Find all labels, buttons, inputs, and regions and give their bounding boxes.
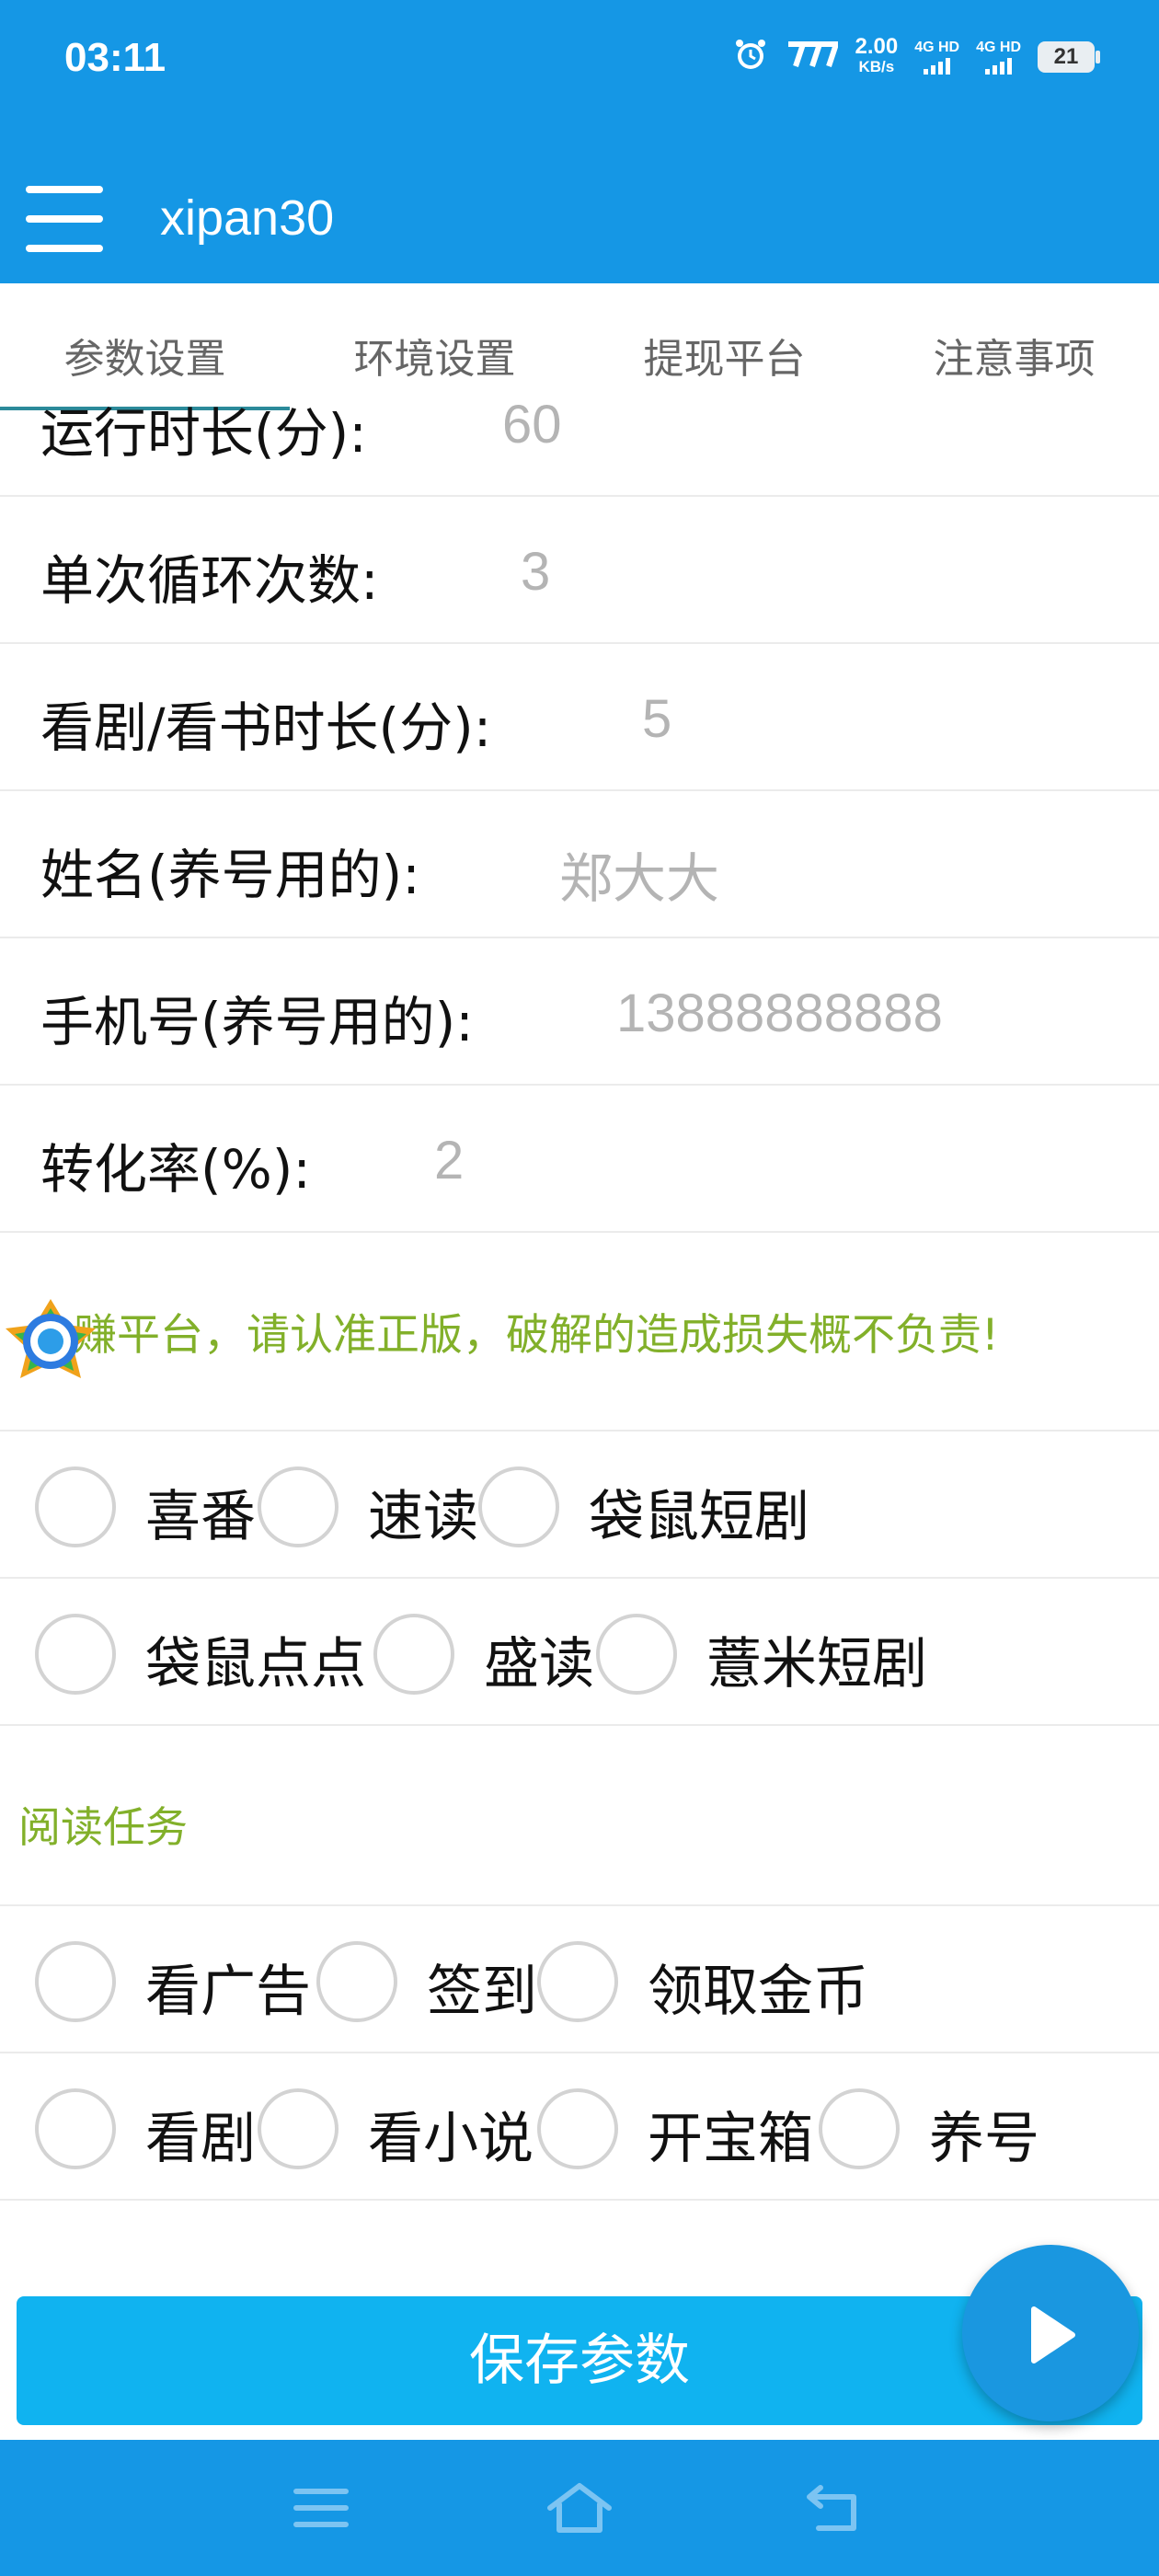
phone-input[interactable]: 13888888888 xyxy=(616,983,943,1044)
notice-text: 赚平台，请认准正版，破解的造成损失概不负责! xyxy=(74,1310,999,1361)
network-speed: 2.00 KB/s xyxy=(855,34,899,76)
platform-label: 喜番 xyxy=(145,1485,256,1549)
play-fab-button[interactable] xyxy=(962,2245,1139,2421)
task-label: 看广告 xyxy=(145,1960,311,2024)
app-title: xipan30 xyxy=(160,190,335,246)
platform-label: 盛读 xyxy=(484,1632,594,1696)
field-label: 看剧/看书时长(分): xyxy=(40,696,492,759)
hamburger-menu-icon[interactable] xyxy=(26,186,103,252)
field-label: 手机号(养号用的): xyxy=(40,991,474,1053)
platform-radio-daishu-duanju[interactable] xyxy=(478,1466,559,1547)
platform-label: 薏米短剧 xyxy=(706,1632,927,1696)
task-label: 养号 xyxy=(929,2107,1039,2171)
platform-row-1: 喜番 速读 袋鼠短剧 xyxy=(0,1432,1159,1579)
name-input[interactable]: 郑大大 xyxy=(559,835,719,913)
tab-environment[interactable]: 环境设置 xyxy=(290,326,580,385)
back-icon[interactable] xyxy=(800,2478,874,2537)
task-label: 看小说 xyxy=(368,2107,534,2171)
field-label: 运行时长(分): xyxy=(40,402,367,465)
tab-params[interactable]: 参数设置 xyxy=(0,326,290,385)
task-radio-open-chest[interactable] xyxy=(537,2088,618,2169)
platform-radio-yimi-duanju[interactable] xyxy=(596,1614,677,1695)
field-name: 姓名(养号用的): 郑大大 xyxy=(0,791,1159,938)
task-row-1: 看广告 签到 领取金币 xyxy=(0,1906,1159,2053)
field-label: 转化率(%): xyxy=(40,1138,311,1201)
field-phone: 手机号(养号用的): 13888888888 xyxy=(0,938,1159,1086)
floating-app-logo-icon[interactable] xyxy=(0,1288,101,1408)
carrier-icon xyxy=(785,40,841,74)
signal-icon-2: 4G HD xyxy=(976,40,1021,75)
platform-row-2: 袋鼠点点 盛读 薏米短剧 xyxy=(0,1579,1159,1726)
home-icon[interactable] xyxy=(543,2478,616,2537)
menu-icon[interactable] xyxy=(285,2478,359,2537)
tab-notes[interactable]: 注意事项 xyxy=(869,326,1159,385)
platform-label: 袋鼠点点 xyxy=(145,1632,366,1696)
tab-withdraw-platform[interactable]: 提现平台 xyxy=(580,326,869,385)
platform-label: 速读 xyxy=(368,1485,478,1549)
field-run-duration: 运行时长(分): 60 xyxy=(0,386,1159,497)
settings-content[interactable]: 运行时长(分): 60 单次循环次数: 3 看剧/看书时长(分): 5 姓名(养… xyxy=(0,386,1159,2236)
signal-icon: 4G HD xyxy=(914,40,959,75)
field-label: 姓名(养号用的): xyxy=(40,844,420,906)
section-title: 阅读任务 xyxy=(18,1802,188,1852)
platform-radio-shengdu[interactable] xyxy=(373,1614,454,1695)
watch-duration-input[interactable]: 5 xyxy=(642,688,671,750)
field-loop-count: 单次循环次数: 3 xyxy=(0,497,1159,644)
task-radio-read-novel[interactable] xyxy=(258,2088,339,2169)
notice-banner: 赚平台，请认准正版，破解的造成损失概不负责! xyxy=(0,1251,1159,1432)
app-bar: xipan30 xyxy=(0,129,1159,283)
conversion-rate-input[interactable]: 2 xyxy=(434,1130,464,1191)
task-label: 签到 xyxy=(427,1960,537,2024)
field-conversion-rate: 转化率(%): 2 xyxy=(0,1086,1159,1233)
task-label: 看剧 xyxy=(145,2107,256,2171)
status-icons: 2.00 KB/s 4G HD 4G HD 21 xyxy=(733,34,1100,77)
task-radio-watch-ads[interactable] xyxy=(35,1941,116,2022)
task-radio-sign-in[interactable] xyxy=(316,1941,397,2022)
task-label: 开宝箱 xyxy=(648,2107,813,2171)
system-nav-bar xyxy=(0,2440,1159,2576)
reading-tasks-header: 阅读任务 xyxy=(0,1726,1159,1906)
status-bar: 03:11 2.00 KB/s 4G HD 4G HD 21 xyxy=(0,0,1159,129)
platform-radio-sudu[interactable] xyxy=(258,1466,339,1547)
task-row-2: 看剧 看小说 开宝箱 养号 xyxy=(0,2053,1159,2201)
task-radio-collect-coins[interactable] xyxy=(537,1941,618,2022)
status-time: 03:11 xyxy=(64,35,166,80)
task-radio-account-nurture[interactable] xyxy=(819,2088,900,2169)
battery-icon: 21 xyxy=(1038,41,1100,73)
task-label: 领取金币 xyxy=(648,1960,868,2024)
platform-label: 袋鼠短剧 xyxy=(589,1485,809,1549)
platform-radio-xifan[interactable] xyxy=(35,1466,116,1547)
field-watch-duration: 看剧/看书时长(分): 5 xyxy=(0,644,1159,791)
alarm-icon xyxy=(733,37,768,77)
platform-radio-daishu-diandian[interactable] xyxy=(35,1614,116,1695)
play-icon xyxy=(1031,2306,1075,2363)
field-label: 单次循环次数: xyxy=(40,549,379,612)
task-radio-watch-drama[interactable] xyxy=(35,2088,116,2169)
loop-count-input[interactable]: 3 xyxy=(521,541,550,603)
run-duration-input[interactable]: 60 xyxy=(502,394,562,455)
